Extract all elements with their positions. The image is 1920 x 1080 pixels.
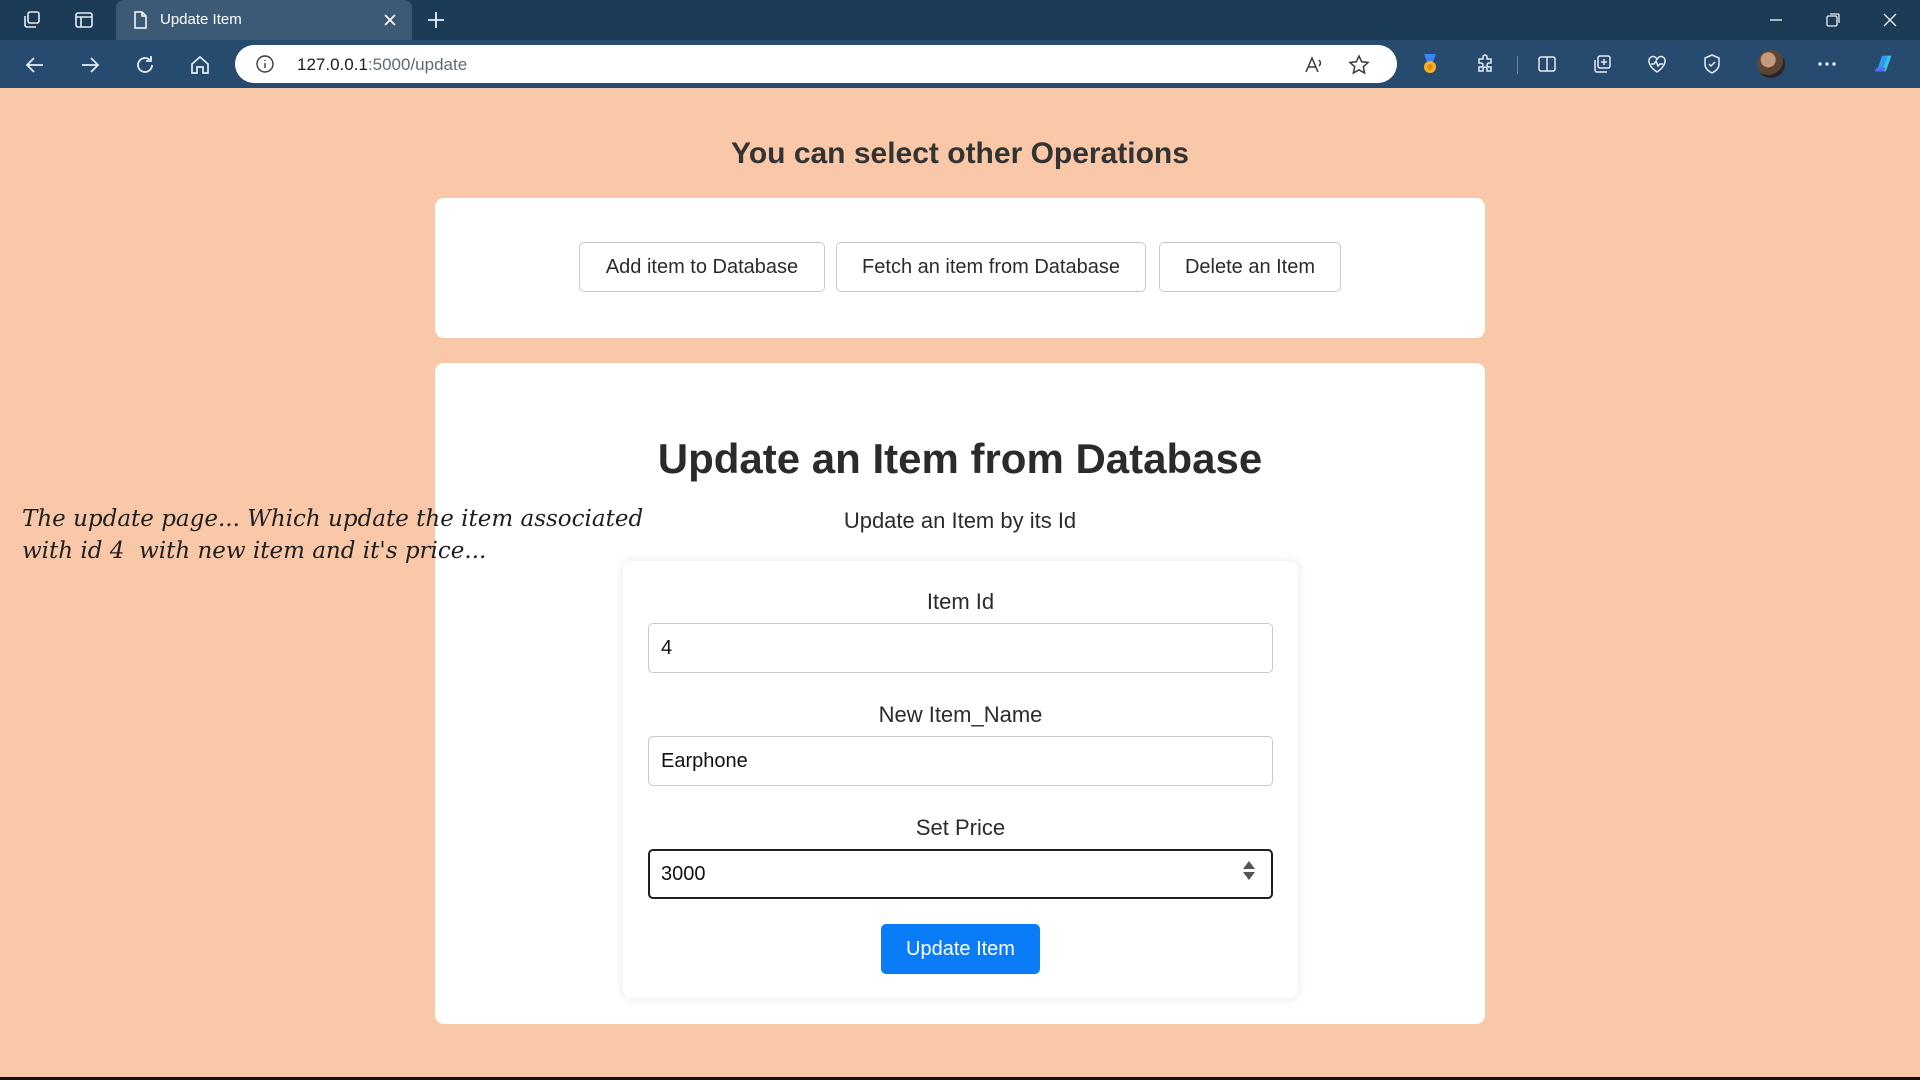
item-id-label: Item Id xyxy=(926,589,995,614)
workspaces-icon[interactable] xyxy=(20,8,44,32)
operations-card: Add item to Database Fetch an item from … xyxy=(435,198,1485,338)
tab-title: Update Item xyxy=(160,11,242,28)
item-name-label: New Item_Name xyxy=(878,702,1043,727)
close-icon[interactable] xyxy=(378,8,402,32)
rewards-icon[interactable] xyxy=(1417,51,1443,77)
minimize-icon[interactable] xyxy=(1756,6,1796,34)
split-screen-icon[interactable] xyxy=(1534,51,1560,77)
update-card: Update an Item from Database Update an I… xyxy=(435,363,1485,1024)
collections-icon[interactable] xyxy=(1589,51,1615,77)
update-item-button[interactable]: Update Item xyxy=(881,924,1040,974)
page-title: Update an Item from Database xyxy=(657,435,1263,482)
read-aloud-icon[interactable] xyxy=(1302,53,1326,77)
url-path: :5000/update xyxy=(367,55,468,74)
url-text: 127.0.0.1:5000/update xyxy=(297,55,467,75)
add-item-button[interactable]: Add item to Database xyxy=(579,242,825,292)
url-host: 127.0.0.1 xyxy=(297,55,368,74)
browser-toolbar: 127.0.0.1:5000/update xyxy=(0,40,1920,88)
address-bar[interactable]: 127.0.0.1:5000/update xyxy=(235,45,1397,83)
forward-icon[interactable] xyxy=(77,52,103,78)
item-id-input[interactable] xyxy=(648,623,1273,673)
browser-essentials-icon[interactable] xyxy=(1699,51,1725,77)
copilot-icon[interactable] xyxy=(1871,51,1897,77)
price-input[interactable] xyxy=(648,849,1273,899)
stepper-down-icon[interactable] xyxy=(1243,871,1255,880)
favorite-star-icon[interactable] xyxy=(1347,53,1371,77)
annotation-line-1: The update page... Which update the item… xyxy=(22,506,644,532)
item-name-input[interactable] xyxy=(648,736,1273,786)
annotation-text: The update page... Which update the item… xyxy=(22,503,662,567)
tab-actions-icon[interactable] xyxy=(72,8,96,32)
refresh-icon[interactable] xyxy=(132,52,158,78)
browser-tab-bar: Update Item xyxy=(0,0,1920,40)
info-icon[interactable] xyxy=(255,54,275,74)
fetch-item-button[interactable]: Fetch an item from Database xyxy=(836,242,1146,292)
number-stepper[interactable] xyxy=(1241,855,1257,885)
health-icon[interactable] xyxy=(1644,51,1670,77)
price-label: Set Price xyxy=(915,815,1006,840)
extensions-icon[interactable] xyxy=(1473,51,1499,77)
operations-heading: You can select other Operations xyxy=(731,137,1189,170)
more-icon[interactable] xyxy=(1814,51,1840,77)
close-window-icon[interactable] xyxy=(1870,6,1910,34)
stepper-up-icon[interactable] xyxy=(1243,860,1255,869)
plus-icon[interactable] xyxy=(424,8,448,32)
back-icon[interactable] xyxy=(22,52,48,78)
active-tab[interactable]: Update Item xyxy=(116,0,412,40)
home-icon[interactable] xyxy=(187,52,213,78)
profile-avatar[interactable] xyxy=(1757,50,1785,78)
restore-icon[interactable] xyxy=(1813,6,1853,34)
toolbar-separator xyxy=(1517,56,1518,74)
delete-item-button[interactable]: Delete an Item xyxy=(1159,242,1341,292)
page-icon xyxy=(130,10,150,30)
annotation-line-2: with id 4 with new item and it's price..… xyxy=(22,538,487,564)
update-form: Item Id New Item_Name Set Price Update I… xyxy=(623,561,1298,998)
